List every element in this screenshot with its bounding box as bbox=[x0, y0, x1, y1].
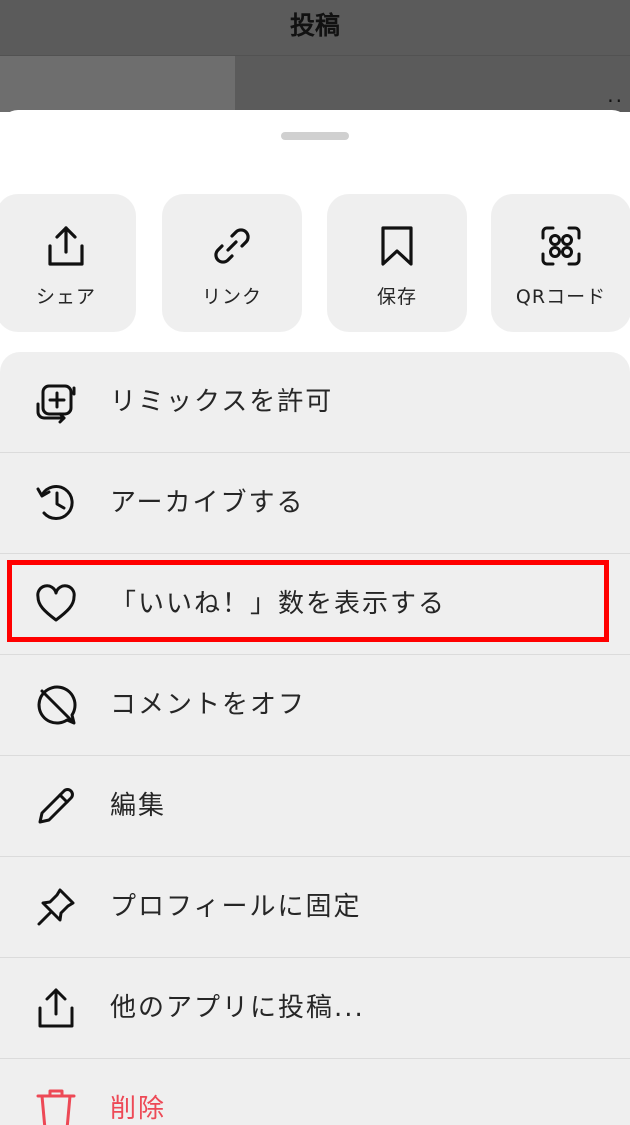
qr-code-icon bbox=[541, 226, 581, 266]
menu-item-comments-off[interactable]: コメントをオフ bbox=[0, 655, 630, 755]
trash-icon bbox=[36, 1089, 76, 1125]
archive-icon bbox=[36, 485, 74, 521]
share-icon bbox=[48, 226, 84, 266]
menu-item-show-likes[interactable]: 「いいね！」数を表示する bbox=[0, 554, 630, 654]
menu-item-remix[interactable]: リミックスを許可 bbox=[0, 352, 630, 452]
menu-item-label: プロフィールに固定 bbox=[110, 892, 362, 922]
more-options-icon: ·· bbox=[607, 89, 624, 112]
quick-actions: シェア リンク 保存 QRコード bbox=[0, 194, 630, 332]
menu-item-delete[interactable]: 削除 bbox=[0, 1059, 630, 1125]
link-button[interactable]: リンク bbox=[162, 194, 302, 332]
remix-icon bbox=[36, 384, 76, 424]
comment-off-icon bbox=[37, 685, 77, 725]
pin-icon bbox=[37, 888, 75, 926]
menu-item-label: 「いいね！」数を表示する bbox=[110, 589, 447, 619]
share-button[interactable]: シェア bbox=[0, 194, 136, 332]
link-label: リンク bbox=[201, 286, 262, 308]
bookmark-icon bbox=[381, 226, 413, 266]
menu-item-edit[interactable]: 編集 bbox=[0, 756, 630, 856]
save-label: 保存 bbox=[376, 286, 417, 308]
share-icon bbox=[38, 988, 74, 1028]
menu-item-pin[interactable]: プロフィールに固定 bbox=[0, 857, 630, 957]
menu-item-post-to-other-apps[interactable]: 他のアプリに投稿... bbox=[0, 958, 630, 1058]
pencil-icon bbox=[38, 788, 74, 824]
menu-item-archive[interactable]: アーカイブする bbox=[0, 453, 630, 553]
background-content bbox=[0, 56, 235, 112]
save-button[interactable]: 保存 bbox=[327, 194, 467, 332]
page-title: 投稿 bbox=[289, 11, 340, 40]
menu-item-label: 他のアプリに投稿... bbox=[110, 993, 365, 1023]
menu-item-label: 編集 bbox=[110, 791, 167, 821]
menu-item-label: アーカイブする bbox=[110, 488, 305, 518]
menu-item-label: リミックスを許可 bbox=[110, 387, 334, 417]
link-icon bbox=[214, 228, 250, 264]
qr-code-label: QRコード bbox=[515, 286, 607, 308]
options-sheet: シェア リンク 保存 QRコード リミックスを許可 アーカイブする 「いいね！」… bbox=[0, 110, 630, 1125]
heart-icon bbox=[36, 584, 76, 622]
menu-item-label: コメントをオフ bbox=[110, 690, 307, 720]
sheet-grabber[interactable] bbox=[281, 132, 349, 140]
share-label: シェア bbox=[35, 286, 96, 308]
options-menu: リミックスを許可 アーカイブする 「いいね！」数を表示する コメントをオフ 編集… bbox=[0, 352, 630, 1125]
background-screen: 投稿 ·· bbox=[0, 0, 630, 112]
qr-code-button[interactable]: QRコード bbox=[491, 194, 630, 332]
menu-item-label: 削除 bbox=[110, 1094, 167, 1124]
